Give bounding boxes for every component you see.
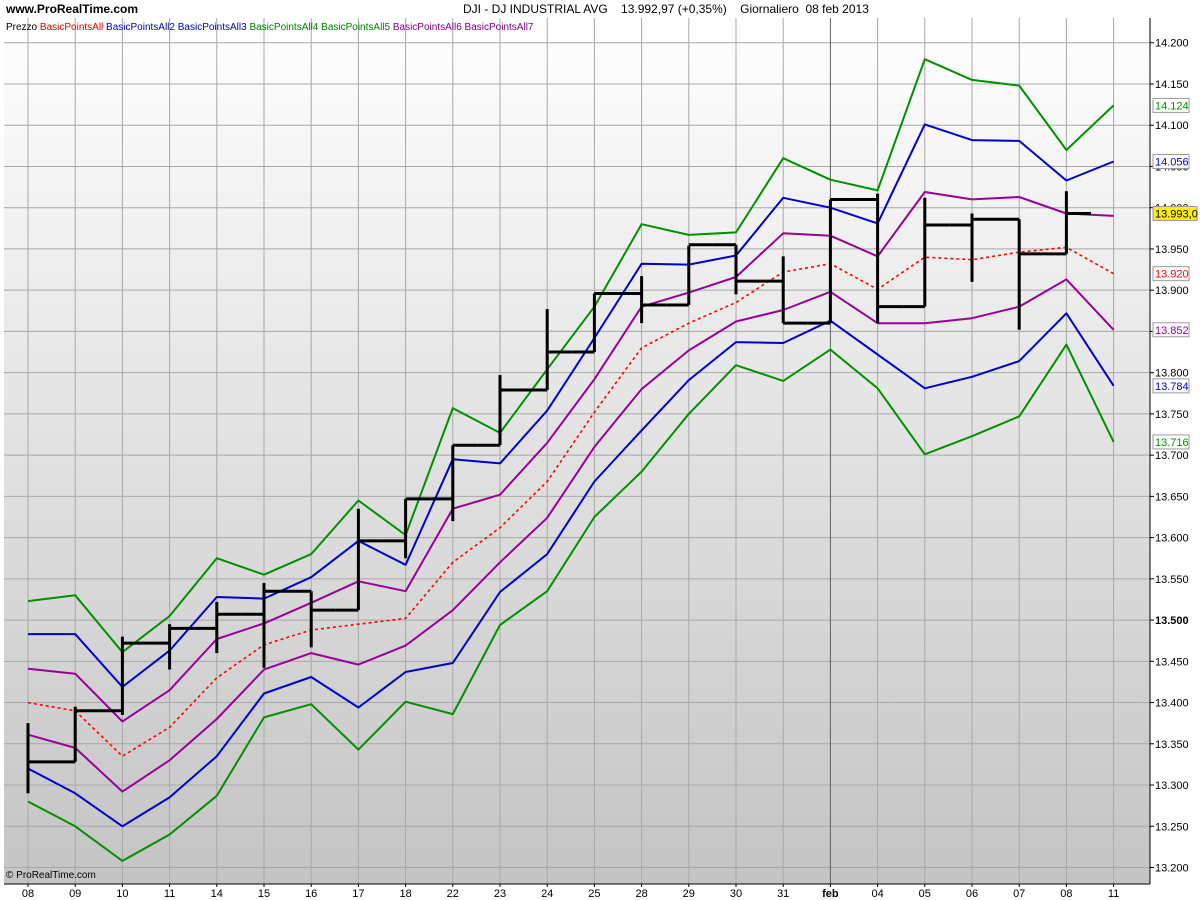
x-tick-label: feb xyxy=(822,888,839,900)
x-tick-label: 16 xyxy=(305,888,317,900)
value-label-text: 13.920 xyxy=(1155,269,1189,281)
legend-item: BasicPointsAll xyxy=(40,22,103,33)
y-axis: 13.200 13.250 13.300 13.350 13.400 13.450 13.5… xyxy=(1149,18,1200,884)
x-tick-label: 25 xyxy=(588,888,600,900)
x-tick-label: 15 xyxy=(258,888,270,900)
x-tick-label: 09 xyxy=(69,888,81,900)
y-tick-label: 13.350 xyxy=(1155,739,1189,751)
value-label-text: 13.852 xyxy=(1155,325,1189,337)
x-tick-label: 14 xyxy=(211,888,223,900)
value-label-text: 13.716 xyxy=(1155,437,1189,449)
x-tick-label: 04 xyxy=(871,888,883,900)
y-tick-label: 13.200 xyxy=(1155,863,1189,875)
legend-price-label: Prezzo xyxy=(6,22,38,33)
x-tick-label: 28 xyxy=(635,888,647,900)
x-tick-label: 08 xyxy=(1060,888,1072,900)
legend-item: BasicPointsAll5 xyxy=(318,22,390,33)
legend-item: BasicPointsAll7 xyxy=(462,22,534,33)
value-label-text: 13.993,0 xyxy=(1155,208,1198,220)
x-tick-label: 07 xyxy=(1013,888,1025,900)
value-label-text: 13.784 xyxy=(1155,381,1189,393)
chart-window: www.ProRealTime.com DJI - DJ INDUSTRIAL … xyxy=(0,0,1200,900)
x-tick-label: 05 xyxy=(919,888,931,900)
x-tick-label: 30 xyxy=(730,888,742,900)
x-tick-label: 10 xyxy=(116,888,128,900)
x-axis: 08 09 10 11 14 15 16 17 18 22 23 24 25 28 29 30 31 feb 04 0… xyxy=(0,883,1200,900)
price-chart[interactable]: 13.200 13.250 13.300 13.350 13.400 13.450 13.5… xyxy=(0,0,1200,900)
x-tick-label: 11 xyxy=(1108,888,1119,900)
x-tick-label: 31 xyxy=(777,888,789,900)
value-label-text: 14.056 xyxy=(1155,157,1189,169)
copyright: © ProRealTime.com xyxy=(6,870,96,881)
legend-item: BasicPointsAll6 xyxy=(390,22,462,33)
x-tick-label: 06 xyxy=(966,888,978,900)
y-tick-label: 13.250 xyxy=(1155,821,1189,833)
y-tick-label: 13.400 xyxy=(1155,698,1189,710)
x-tick-label: 29 xyxy=(683,888,695,900)
x-tick-label: 18 xyxy=(399,888,411,900)
y-tick-label: 13.800 xyxy=(1155,368,1189,380)
x-tick-label: 22 xyxy=(447,888,459,900)
y-tick-label: 13.500 xyxy=(1155,615,1189,627)
x-tick-label: 11 xyxy=(164,888,175,900)
value-label-text: 14.124 xyxy=(1155,100,1189,112)
y-tick-label: 13.600 xyxy=(1155,533,1189,545)
y-tick-label: 13.950 xyxy=(1155,244,1189,256)
y-tick-label: 13.550 xyxy=(1155,574,1189,586)
x-tick-label: 17 xyxy=(352,888,364,900)
y-tick-label: 13.300 xyxy=(1155,780,1189,792)
y-tick-label: 14.100 xyxy=(1155,120,1189,132)
y-tick-label: 13.650 xyxy=(1155,491,1189,503)
legend-item: BasicPointsAll3 xyxy=(175,22,247,33)
x-tick-label: 23 xyxy=(494,888,506,900)
y-tick-label: 14.150 xyxy=(1155,79,1189,91)
legend: Prezzo BasicPointsAll BasicPointsAll2 Ba… xyxy=(6,22,534,33)
x-tick-label: 24 xyxy=(541,888,553,900)
y-tick-label: 13.700 xyxy=(1155,450,1189,462)
y-tick-label: 13.900 xyxy=(1155,285,1189,297)
legend-item: BasicPointsAll4 xyxy=(247,22,319,33)
y-tick-label: 13.750 xyxy=(1155,409,1189,421)
y-tick-label: 14.200 xyxy=(1155,38,1189,50)
x-tick-label: 08 xyxy=(22,888,34,900)
y-tick-label: 13.450 xyxy=(1155,656,1189,668)
legend-item: BasicPointsAll2 xyxy=(103,22,175,33)
